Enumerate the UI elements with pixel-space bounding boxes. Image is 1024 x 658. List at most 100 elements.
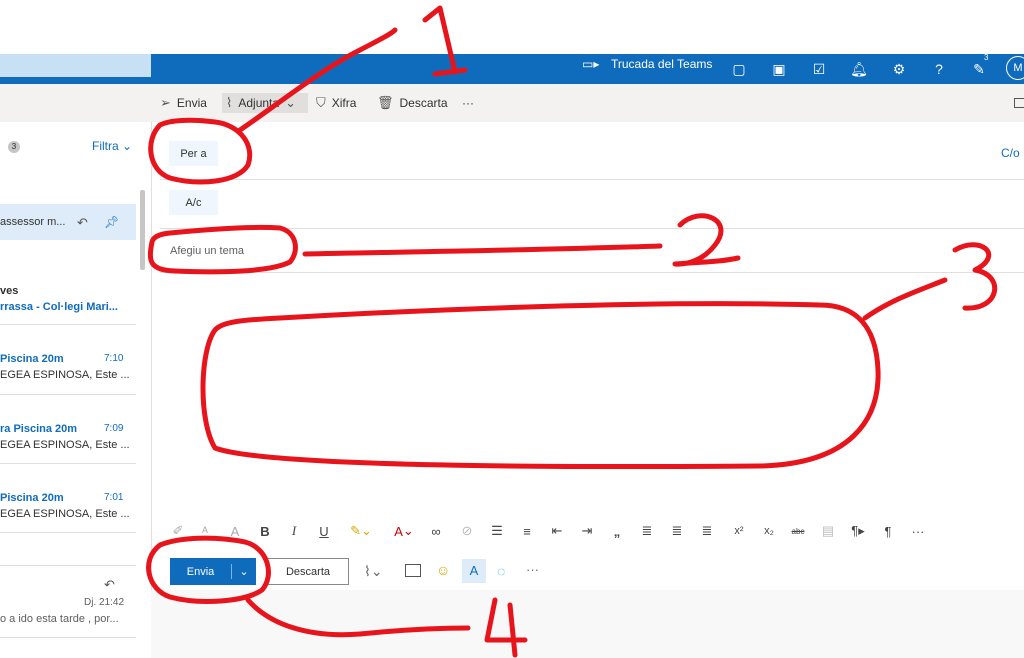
emoji-icon[interactable]: ☺ bbox=[436, 562, 450, 578]
todo-icon[interactable]: ☑ bbox=[807, 54, 831, 84]
underline-icon[interactable]: U bbox=[315, 521, 333, 541]
cc-button[interactable]: A/c bbox=[169, 190, 218, 215]
mail-preview: o a ido esta tarde , por... bbox=[0, 613, 119, 625]
divider bbox=[0, 637, 136, 638]
send-toolbar-button[interactable]: ➢ Envia bbox=[160, 93, 207, 113]
highlight-icon[interactable]: ✎⌄ bbox=[346, 521, 376, 541]
popout-icon[interactable] bbox=[1014, 98, 1024, 108]
strikethrough-icon[interactable]: abc bbox=[788, 521, 808, 541]
teams-call-button[interactable]: Trucada del Teams bbox=[611, 54, 712, 74]
bell-icon[interactable]: 🔔︎ bbox=[847, 54, 871, 84]
italic-icon[interactable]: I bbox=[285, 521, 303, 541]
scrollbar[interactable] bbox=[140, 190, 145, 270]
divider bbox=[0, 532, 136, 533]
mail-subject[interactable]: Piscina 20m bbox=[0, 492, 64, 504]
align-left-icon[interactable]: ≣ bbox=[638, 521, 656, 541]
mail-subject: assessor m... bbox=[0, 216, 66, 228]
rtl-icon[interactable]: ¶ bbox=[878, 521, 898, 541]
chevron-down-icon: ⌄ bbox=[285, 95, 296, 110]
more-toolbar-button[interactable]: ··· bbox=[462, 93, 474, 113]
chevron-down-icon[interactable]: ⌄ bbox=[232, 565, 256, 578]
unlink-icon[interactable]: ⊘ bbox=[458, 521, 476, 541]
bold-icon[interactable]: B bbox=[256, 521, 274, 541]
mail-preview: EGEA ESPINOSA, Este ... bbox=[0, 508, 130, 520]
divider bbox=[160, 179, 1024, 180]
discard-button[interactable]: Descarta bbox=[267, 558, 349, 585]
subscript-icon[interactable]: x₂ bbox=[759, 521, 779, 541]
divider bbox=[0, 565, 136, 566]
send-toolbar-label: Envia bbox=[176, 96, 207, 110]
message-body[interactable] bbox=[160, 280, 1024, 508]
send-button[interactable]: Envia ⌄ bbox=[170, 558, 256, 585]
mail-subject[interactable]: ra Piscina 20m bbox=[0, 423, 77, 435]
notification-badge: 3 bbox=[984, 53, 989, 62]
font-color-letter: A bbox=[394, 523, 403, 539]
left-toolbar bbox=[0, 84, 151, 122]
superscript-icon[interactable]: x² bbox=[729, 521, 749, 541]
divider bbox=[0, 394, 136, 395]
paperclip-icon: ⌇ bbox=[226, 95, 233, 110]
filter-label: Filtra bbox=[92, 139, 119, 153]
mail-subject: rrassa - Col·legi Mari... bbox=[0, 301, 118, 313]
message-list bbox=[0, 122, 152, 658]
send-icon: ➢ bbox=[160, 95, 171, 110]
attach-toolbar-label: Adjunta bbox=[238, 96, 280, 110]
mail-subject[interactable]: Piscina 20m bbox=[0, 353, 64, 365]
quote-icon[interactable]: „ bbox=[608, 521, 626, 541]
chat-icon[interactable]: ▢ bbox=[727, 54, 751, 84]
mail-preview: EGEA ESPINOSA, Este ... bbox=[0, 369, 130, 381]
mail-preview: EGEA ESPINOSA, Este ... bbox=[0, 439, 130, 451]
chevron-down-icon: ⌄ bbox=[122, 139, 133, 153]
attach-toolbar-button[interactable]: ⌇ Adjunta ⌄ bbox=[222, 93, 308, 113]
encrypt-toolbar-label: Xifra bbox=[331, 96, 357, 110]
search-box[interactable] bbox=[0, 54, 151, 77]
align-right-icon[interactable]: ≣ bbox=[698, 521, 716, 541]
subject-input[interactable]: Afegiu un tema bbox=[170, 245, 244, 257]
reply-icon[interactable]: ↶ bbox=[104, 577, 115, 593]
cc-link[interactable]: C/o bbox=[1001, 146, 1020, 160]
mail-time: 7:10 bbox=[104, 353, 124, 364]
pin-icon[interactable]: 📌︎ bbox=[104, 215, 119, 229]
more-format-icon[interactable]: ··· bbox=[908, 521, 928, 541]
gear-icon[interactable]: ⚙ bbox=[887, 54, 911, 84]
link-icon[interactable]: ∞ bbox=[427, 521, 445, 541]
font-size-icon[interactable]: A bbox=[225, 521, 245, 541]
divider bbox=[160, 272, 1024, 273]
more-options-icon[interactable]: ··· bbox=[526, 562, 539, 577]
increase-indent-icon[interactable]: ⇥ bbox=[578, 521, 596, 541]
divider bbox=[0, 463, 136, 464]
video-icon[interactable]: ▭▸ bbox=[582, 57, 599, 71]
help-icon[interactable]: ? bbox=[927, 54, 951, 84]
filter-button[interactable]: Filtra ⌄ bbox=[92, 139, 132, 153]
image-icon[interactable] bbox=[405, 564, 421, 577]
mail-time: Dj. 21:42 bbox=[84, 597, 125, 608]
format-painter-icon[interactable]: ✐ bbox=[168, 521, 188, 541]
paperclip-icon[interactable]: ⌇⌄ bbox=[364, 563, 383, 580]
office-icon[interactable]: ▣ bbox=[767, 54, 791, 84]
align-center-icon[interactable]: ≣ bbox=[668, 521, 686, 541]
font-color-icon[interactable]: A ⌄ bbox=[389, 521, 419, 541]
mail-time: 7:09 bbox=[104, 423, 124, 434]
to-button[interactable]: Per a bbox=[169, 141, 218, 166]
discard-toolbar-label: Descarta bbox=[399, 96, 448, 110]
ltr-icon[interactable]: ¶▸ bbox=[848, 521, 868, 541]
discard-toolbar-button[interactable]: 🗑︎ Descarta bbox=[377, 93, 448, 113]
clear-format-icon[interactable]: ▤ bbox=[818, 521, 838, 541]
divider bbox=[160, 228, 1024, 229]
bullets-icon[interactable]: ☰ bbox=[488, 521, 506, 541]
send-button-label: Envia bbox=[186, 565, 215, 578]
footer-strip bbox=[151, 590, 1024, 658]
mail-sender: ves bbox=[0, 285, 19, 297]
shield-icon: ⛉ bbox=[316, 95, 326, 110]
loop-icon[interactable]: ◌ bbox=[497, 563, 505, 579]
decrease-indent-icon[interactable]: ⇤ bbox=[548, 521, 566, 541]
mail-time: 7:01 bbox=[104, 492, 124, 503]
avatar[interactable]: M bbox=[1006, 56, 1024, 80]
reply-icon[interactable]: ↶ bbox=[77, 215, 88, 231]
trash-icon: 🗑︎ bbox=[377, 95, 394, 110]
font-icon[interactable]: ᴬ bbox=[195, 521, 215, 541]
divider bbox=[0, 324, 136, 325]
editor-icon[interactable]: A bbox=[462, 559, 486, 583]
encrypt-toolbar-button[interactable]: ⛉ Xifra bbox=[316, 93, 356, 113]
numbering-icon[interactable]: ≡ bbox=[518, 521, 536, 541]
